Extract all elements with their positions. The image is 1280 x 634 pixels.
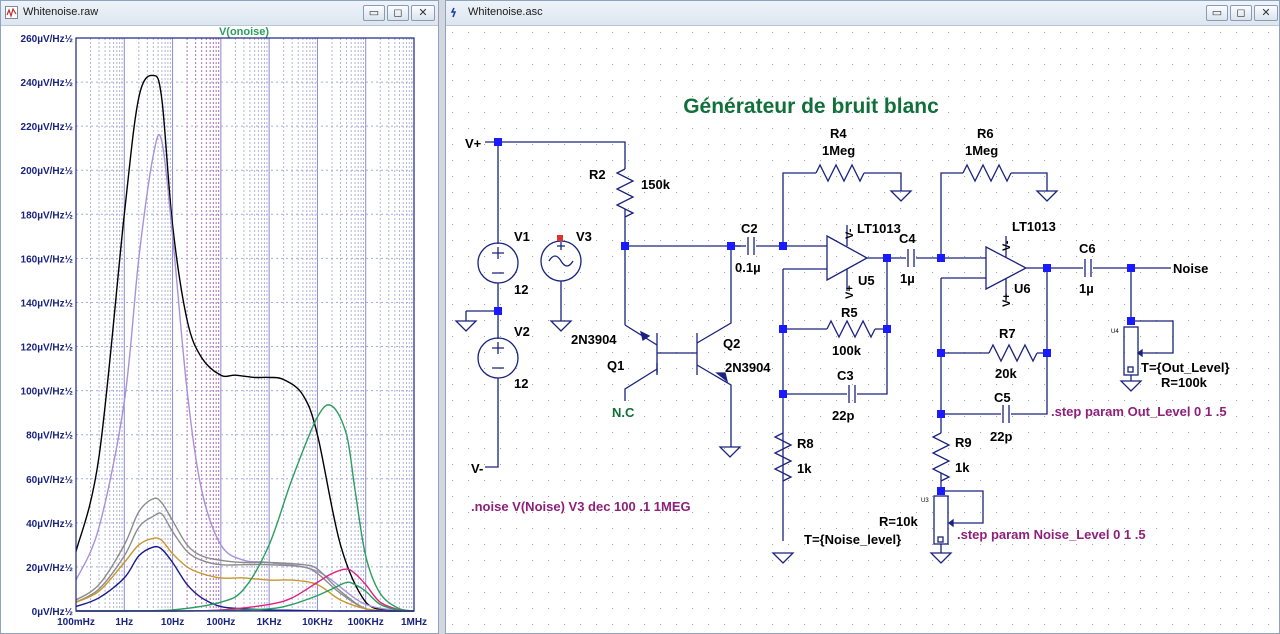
c3-label: C3 [837, 368, 854, 383]
u6-vplus: V+ [1001, 293, 1013, 307]
c6-value: 1µ [1079, 281, 1094, 296]
c2-value: 0.1µ [735, 260, 761, 275]
schematic-app-icon [450, 7, 457, 18]
y-tick-label: 220µV/Hz½ [21, 122, 73, 133]
u3-label: U3 [921, 498, 929, 504]
step-out-directive[interactable]: .step param Out_Level 0 1 .5 [1051, 404, 1227, 419]
r9-value: 1k [955, 460, 970, 475]
u6-vminus: V- [1001, 240, 1013, 251]
plot-window-titlebar[interactable]: Whitenoise.raw ▭ ◻ ✕ [1, 1, 438, 26]
close-button[interactable]: ✕ [411, 5, 435, 21]
y-tick-label: 20µV/Hz½ [26, 563, 73, 574]
c4-value: 1µ [900, 271, 915, 286]
r2-value: 150k [641, 177, 671, 192]
maximize-button[interactable]: ◻ [1230, 5, 1252, 21]
r7-value: 20k [995, 366, 1017, 381]
q1-model: 2N3904 [571, 332, 617, 347]
u5-vminus: V- [844, 228, 856, 239]
noise-plot[interactable]: V(onoise) 260µV/Hz½ 240µV/Hz½ 220µV/Hz½ 200… [1, 26, 438, 634]
close-button[interactable]: ✕ [1254, 5, 1278, 21]
step-noise-directive[interactable]: .step param Noise_Level 0 1 .5 [957, 527, 1146, 542]
minimize-button[interactable]: ▭ [363, 5, 385, 21]
r6-value: 1Meg [965, 143, 998, 158]
r8-value: 1k [797, 461, 812, 476]
v2-label: V2 [514, 324, 530, 339]
u5-vplus: V+ [844, 285, 856, 299]
u5-model: LT1013 [857, 221, 901, 236]
maximize-button[interactable]: ◻ [387, 5, 409, 21]
r7-label: R7 [999, 326, 1016, 341]
trace-label: V(onoise) [219, 26, 269, 38]
u6-label: U6 [1014, 281, 1031, 296]
plot-window-title: Whitenoise.raw [23, 6, 99, 18]
schematic-window[interactable]: Whitenoise.asc ▭ ◻ ✕ Générateur de bruit… [445, 0, 1280, 634]
c5-value: 22p [990, 429, 1012, 444]
waveform-app-icon [5, 6, 18, 19]
q2-label: Q2 [723, 336, 740, 351]
u4-t: T={Out_Level} [1141, 360, 1230, 375]
x-tick-label: 100Hz [206, 617, 235, 628]
y-tick-label: 40µV/Hz½ [26, 519, 73, 530]
c5-label: C5 [994, 390, 1011, 405]
u3-r: R=10k [879, 514, 918, 529]
noise-directive[interactable]: .noise V(Noise) V3 dec 100 .1 1MEG [471, 499, 691, 514]
u5-label: U5 [858, 273, 875, 288]
schematic-window-titlebar[interactable]: Whitenoise.asc ▭ ◻ ✕ [446, 1, 1279, 26]
x-tick-label: 10Hz [161, 617, 184, 628]
plot-window[interactable]: Whitenoise.raw ▭ ◻ ✕ V(onoise) 260µV/Hz½… [0, 0, 439, 634]
y-tick-label: 160µV/Hz½ [21, 254, 73, 265]
minimize-button[interactable]: ▭ [1206, 5, 1228, 21]
x-tick-label: 1KHz [257, 617, 282, 628]
v3-label: V3 [576, 229, 592, 244]
q2-model: 2N3904 [725, 360, 771, 375]
v2-value: 12 [514, 376, 528, 391]
y-tick-label: 180µV/Hz½ [21, 210, 73, 221]
x-tick-label: 100KHz [348, 617, 384, 628]
x-tick-label: 1Hz [115, 617, 133, 628]
c3-value: 22p [832, 408, 854, 423]
y-tick-label: 60µV/Hz½ [26, 475, 73, 486]
v1-value: 12 [514, 282, 528, 297]
r6-label: R6 [977, 126, 994, 141]
schematic-canvas[interactable]: Générateur de bruit blanc V+ V- V1 12 V2… [446, 26, 1279, 634]
u4-label: U4 [1111, 329, 1119, 335]
y-tick-label: 240µV/Hz½ [21, 78, 73, 89]
vminus-label: V- [471, 461, 483, 476]
c4-label: C4 [899, 231, 916, 246]
schematic-heading: Générateur de bruit blanc [683, 95, 939, 118]
r4-label: R4 [830, 126, 847, 141]
u6-model: LT1013 [1012, 219, 1056, 234]
r9-label: R9 [955, 435, 972, 450]
u3-t: T={Noise_level} [804, 532, 901, 547]
r5-label: R5 [841, 305, 858, 320]
vplus-label: V+ [465, 136, 482, 151]
r4-value: 1Meg [822, 143, 855, 158]
y-tick-label: 200µV/Hz½ [21, 166, 73, 177]
schematic-window-title: Whitenoise.asc [468, 6, 543, 18]
x-tick-label: 1MHz [401, 617, 427, 628]
q1-label: Q1 [607, 358, 624, 373]
y-tick-label: 120µV/Hz½ [21, 343, 73, 354]
x-tick-label: 10KHz [302, 617, 333, 628]
x-tick-label: 100mHz [57, 617, 95, 628]
y-tick-label: 100µV/Hz½ [21, 387, 73, 398]
y-tick-label: 260µV/Hz½ [21, 34, 73, 45]
c2-label: C2 [741, 221, 758, 236]
y-tick-label: 80µV/Hz½ [26, 431, 73, 442]
nc-label: N.C [612, 405, 635, 420]
r5-value: 100k [832, 343, 862, 358]
r2-label: R2 [589, 167, 606, 182]
noise-net-label: Noise [1173, 261, 1208, 276]
y-tick-label: 140µV/Hz½ [21, 298, 73, 309]
v1-label: V1 [514, 229, 530, 244]
c6-label: C6 [1079, 241, 1096, 256]
r8-label: R8 [797, 436, 814, 451]
u4-r: R=100k [1161, 375, 1208, 390]
